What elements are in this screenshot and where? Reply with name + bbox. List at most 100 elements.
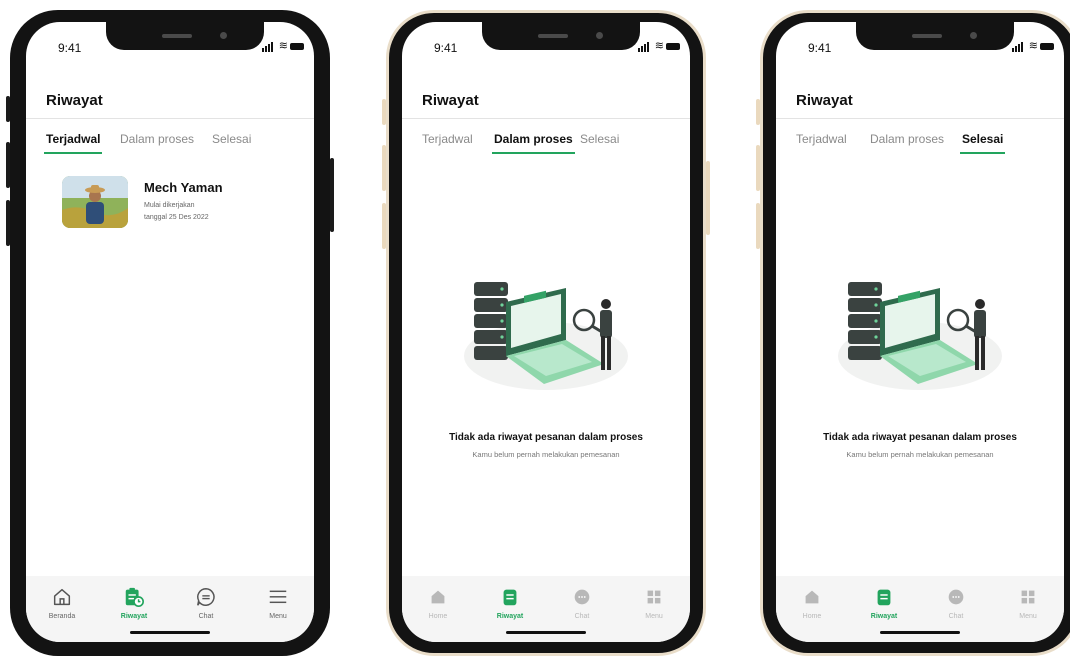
bottom-nav: Home Riwayat Chat Menu bbox=[776, 576, 1064, 642]
divider bbox=[776, 118, 1064, 119]
phone-terjadwal: 9:41 ≋ Riwayat Terjadwal Dalam proses Se… bbox=[6, 10, 334, 656]
page-title: Riwayat bbox=[46, 92, 103, 109]
nav-menu[interactable]: Menu bbox=[998, 586, 1058, 620]
empty-state-title: Tidak ada riwayat pesanan dalam proses bbox=[823, 432, 1017, 443]
history-icon bbox=[503, 589, 517, 606]
mute-switch bbox=[6, 96, 10, 122]
home-indicator bbox=[506, 631, 586, 634]
nav-riwayat[interactable]: Riwayat bbox=[854, 586, 914, 620]
volume-up-button bbox=[6, 142, 10, 188]
nav-riwayat[interactable]: Riwayat bbox=[104, 586, 164, 620]
divider bbox=[402, 118, 690, 119]
nav-label: Riwayat bbox=[870, 613, 898, 620]
page-title: Riwayat bbox=[422, 92, 479, 109]
phone-dalam-proses: 9:41 ≋ Riwayat Terjadwal Dalam proses Se… bbox=[382, 10, 710, 656]
nav-label: Riwayat bbox=[496, 613, 524, 620]
mute-switch bbox=[756, 99, 760, 125]
chat-icon bbox=[948, 589, 964, 605]
battery-icon bbox=[1040, 43, 1054, 50]
status-time: 9:41 bbox=[808, 41, 832, 55]
app-screen: 9:41 ≋ Riwayat Terjadwal Dalam proses Se… bbox=[776, 22, 1064, 642]
nav-chat[interactable]: Chat bbox=[176, 586, 236, 620]
nav-label: Menu bbox=[1019, 613, 1037, 620]
home-icon bbox=[431, 590, 445, 604]
nav-label: Menu bbox=[645, 613, 663, 620]
nav-menu[interactable]: Menu bbox=[624, 586, 684, 620]
schedule-date: tanggal 25 Des 2022 bbox=[144, 214, 209, 221]
power-button bbox=[706, 161, 710, 235]
nav-home[interactable]: Home bbox=[408, 586, 468, 620]
tab-terjadwal[interactable]: Terjadwal bbox=[43, 132, 103, 154]
nav-label: Menu bbox=[269, 613, 287, 620]
page-title: Riwayat bbox=[796, 92, 853, 109]
volume-up-button bbox=[382, 145, 386, 191]
phone-selesai: 9:41 ≋ Riwayat Terjadwal Dalam proses Se… bbox=[756, 10, 1070, 656]
home-indicator bbox=[880, 631, 960, 634]
schedule-info: Mulai dikerjakan tanggal 25 Des 2022 bbox=[144, 200, 209, 224]
volume-up-button bbox=[756, 145, 760, 191]
nav-chat[interactable]: Chat bbox=[926, 586, 986, 620]
notch bbox=[856, 22, 1014, 50]
grid-icon bbox=[1021, 590, 1035, 604]
wifi-icon: ≋ bbox=[278, 40, 288, 52]
divider bbox=[26, 118, 314, 119]
nav-label: Chat bbox=[948, 613, 964, 620]
menu-icon bbox=[269, 590, 287, 604]
signal-icon bbox=[262, 42, 274, 52]
nav-menu[interactable]: Menu bbox=[248, 586, 308, 620]
nav-label: Chat bbox=[574, 613, 590, 620]
home-indicator bbox=[130, 631, 210, 634]
app-screen: 9:41 ≋ Riwayat Terjadwal Dalam proses Se… bbox=[402, 22, 690, 642]
mechanic-name: Mech Yaman bbox=[144, 180, 223, 195]
status-time: 9:41 bbox=[434, 41, 458, 55]
schedule-card[interactable]: Mech Yaman Mulai dikerjakan tanggal 25 D… bbox=[62, 176, 292, 232]
status-time: 9:41 bbox=[58, 41, 82, 55]
nav-label: Home bbox=[428, 613, 448, 620]
tab-terjadwal[interactable]: Terjadwal bbox=[422, 132, 473, 146]
bottom-nav: Beranda Riwayat Chat Menu bbox=[26, 576, 314, 642]
mechanic-photo bbox=[62, 176, 128, 228]
wifi-icon: ≋ bbox=[1028, 40, 1038, 52]
volume-down-button bbox=[382, 203, 386, 249]
volume-down-button bbox=[6, 200, 10, 246]
nav-label: Riwayat bbox=[120, 613, 148, 620]
signal-icon bbox=[638, 42, 650, 52]
nav-riwayat[interactable]: Riwayat bbox=[480, 586, 540, 620]
history-icon bbox=[125, 587, 144, 607]
app-screen: 9:41 ≋ Riwayat Terjadwal Dalam proses Se… bbox=[26, 22, 314, 642]
chat-icon bbox=[574, 589, 590, 605]
empty-state-illustration bbox=[464, 282, 628, 390]
nav-beranda[interactable]: Beranda bbox=[32, 586, 92, 620]
grid-icon bbox=[647, 590, 661, 604]
tab-selesai[interactable]: Selesai bbox=[959, 132, 1006, 154]
wifi-icon: ≋ bbox=[654, 40, 664, 52]
signal-icon bbox=[1012, 42, 1024, 52]
tab-selesai[interactable]: Selesai bbox=[212, 132, 251, 146]
notch bbox=[106, 22, 264, 50]
history-icon bbox=[877, 589, 891, 606]
tab-dalam-proses[interactable]: Dalam proses bbox=[870, 132, 944, 146]
nav-home[interactable]: Home bbox=[782, 586, 842, 620]
nav-label: Chat bbox=[198, 613, 214, 620]
nav-chat[interactable]: Chat bbox=[552, 586, 612, 620]
empty-state-title: Tidak ada riwayat pesanan dalam proses bbox=[449, 432, 643, 443]
battery-icon bbox=[666, 43, 680, 50]
schedule-status: Mulai dikerjakan bbox=[144, 202, 195, 209]
mute-switch bbox=[382, 99, 386, 125]
nav-label: Home bbox=[802, 613, 822, 620]
empty-state-subtitle: Kamu belum pernah melakukan pemesanan bbox=[846, 450, 994, 459]
nav-label: Beranda bbox=[48, 613, 76, 620]
empty-state-subtitle: Kamu belum pernah melakukan pemesanan bbox=[472, 450, 620, 459]
home-icon bbox=[53, 588, 71, 606]
tab-selesai[interactable]: Selesai bbox=[580, 132, 619, 146]
power-button bbox=[330, 158, 334, 232]
tab-dalam-proses[interactable]: Dalam proses bbox=[120, 132, 194, 146]
empty-state-illustration bbox=[838, 282, 1002, 390]
volume-down-button bbox=[756, 203, 760, 249]
chat-icon bbox=[197, 588, 215, 606]
home-icon bbox=[805, 590, 819, 604]
tab-terjadwal[interactable]: Terjadwal bbox=[796, 132, 847, 146]
tab-dalam-proses[interactable]: Dalam proses bbox=[492, 132, 575, 154]
battery-icon bbox=[290, 43, 304, 50]
bottom-nav: Home Riwayat Chat Menu bbox=[402, 576, 690, 642]
